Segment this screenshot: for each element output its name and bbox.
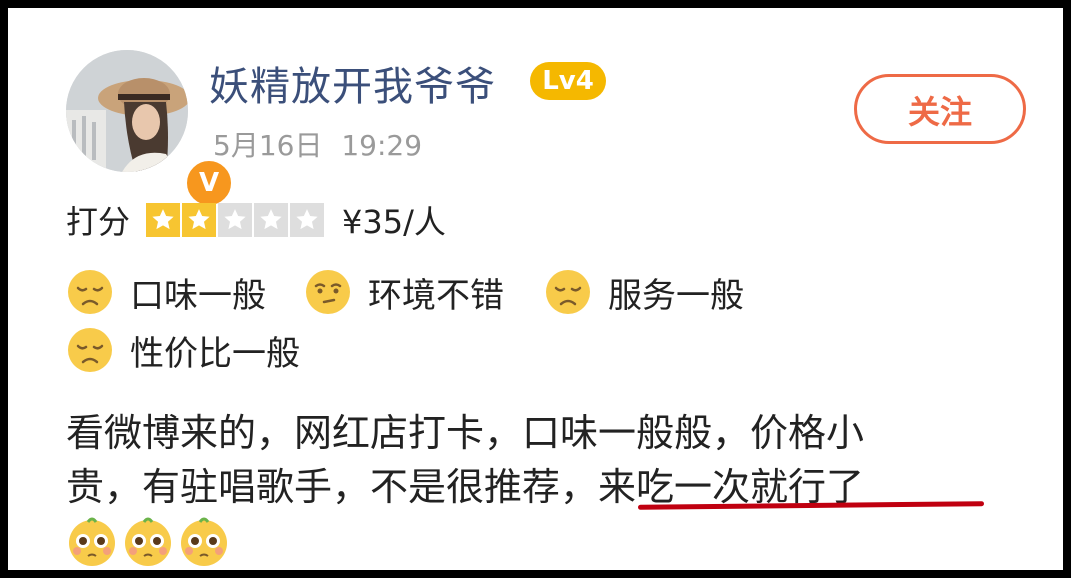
neutral-face-icon	[306, 270, 350, 314]
username[interactable]: 妖精放开我爷爷	[209, 54, 496, 112]
star-empty-icon	[290, 203, 325, 237]
review-text: 看微博来的，网红店打卡，口味一般般，价格小 贵，有驻唱歌手，不是很推荐，来吃一次…	[66, 406, 1026, 514]
star-rating	[146, 203, 325, 237]
tag-label: 服务一般	[608, 275, 744, 316]
avatar[interactable]: V	[66, 50, 234, 208]
tag-item-value: 性价比一般	[66, 324, 300, 376]
star-empty-icon	[218, 203, 253, 237]
rating-label: 打分	[66, 203, 131, 241]
pleading-face-icon	[181, 517, 227, 566]
star-empty-icon	[254, 203, 289, 237]
tag-label: 环境不错	[368, 275, 504, 316]
rating-row: 打分 ¥35/人	[66, 198, 446, 242]
sad-face-icon	[68, 270, 112, 314]
tag-item-environment: 环境不错	[304, 266, 504, 318]
sad-face-icon	[546, 270, 590, 314]
level-badge: Lv4	[530, 62, 606, 100]
tag-label: 性价比一般	[130, 333, 300, 374]
review-line: 看微博来的，网红店打卡，口味一般般，价格小	[66, 411, 865, 455]
tag-item-service: 服务一般	[544, 266, 744, 318]
star-filled-icon	[182, 203, 217, 237]
post-timestamp: 5月16日 19:29	[213, 129, 423, 162]
screenshot-frame: V 妖精放开我爷爷 Lv4 5月16日 19:29 关注 打分 ¥35/人 口味…	[0, 0, 1071, 578]
avatar-photo	[66, 50, 188, 172]
emoji-row	[66, 516, 230, 568]
price-per-person: ¥35/人	[342, 203, 446, 241]
pleading-face-icon	[125, 517, 171, 566]
follow-button[interactable]: 关注	[854, 74, 1026, 144]
tag-label: 口味一般	[130, 275, 266, 316]
review-card: V 妖精放开我爷爷 Lv4 5月16日 19:29 关注 打分 ¥35/人 口味…	[16, 16, 1071, 578]
pleading-face-icon	[69, 517, 115, 566]
sad-face-icon	[68, 328, 112, 372]
tag-item-taste: 口味一般	[66, 266, 266, 318]
review-text-part: 贵，有驻唱歌手，不是很推荐	[66, 465, 561, 509]
star-filled-icon	[146, 203, 181, 237]
